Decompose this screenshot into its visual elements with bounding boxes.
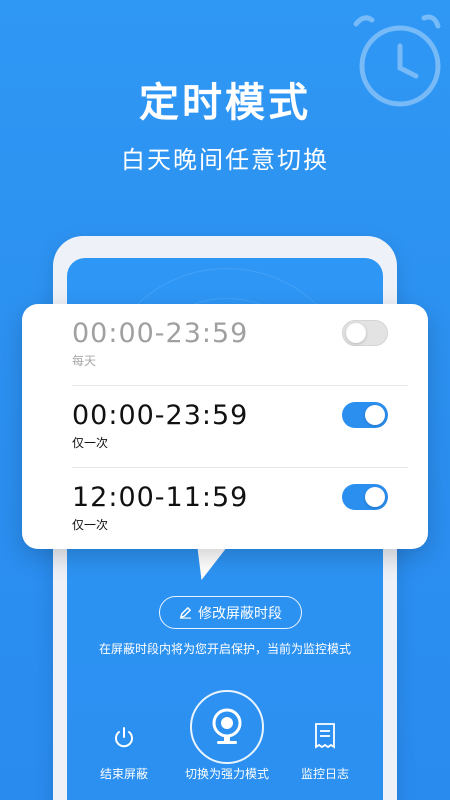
schedule-repeat: 仅一次 [72,436,109,450]
power-icon [115,727,133,748]
schedule-time: 00:00-23:59 [72,318,249,349]
edit-schedule-button[interactable]: 修改屏蔽时段 [159,596,302,629]
camera-icon [212,708,242,744]
schedule-repeat: 每天 [72,354,97,368]
schedule-row[interactable]: 00:00-23:59 每天 [72,304,408,386]
schedule-toggle[interactable] [342,484,388,510]
receipt-icon [315,723,335,749]
edit-schedule-label: 修改屏蔽时段 [198,605,282,622]
schedule-repeat: 仅一次 [72,518,109,532]
switch-strong-button[interactable] [190,690,264,764]
schedule-time: 12:00-11:59 [72,482,249,513]
page-title: 定时模式 [139,80,311,126]
schedule-toggle[interactable] [342,320,388,346]
monitor-log-label: 监控日志 [300,767,349,781]
end-block-button[interactable]: 结束屏蔽 [69,690,179,781]
schedule-row[interactable]: 00:00-23:59 仅一次 [72,386,408,468]
pencil-icon [179,606,192,619]
schedule-row[interactable]: 12:00-11:59 仅一次 [72,468,388,550]
schedule-card: 00:00-23:59 每天 00:00-23:59 仅一次 12:00-11:… [22,304,428,549]
status-text: 在屏蔽时段内将为您开启保护，当前为监控模式 [98,642,351,656]
schedule-time: 00:00-23:59 [72,400,249,431]
monitor-log-button[interactable]: 监控日志 [270,690,380,781]
page-subtitle: 白天晚间任意切换 [121,146,329,174]
schedule-toggle[interactable] [342,402,388,428]
